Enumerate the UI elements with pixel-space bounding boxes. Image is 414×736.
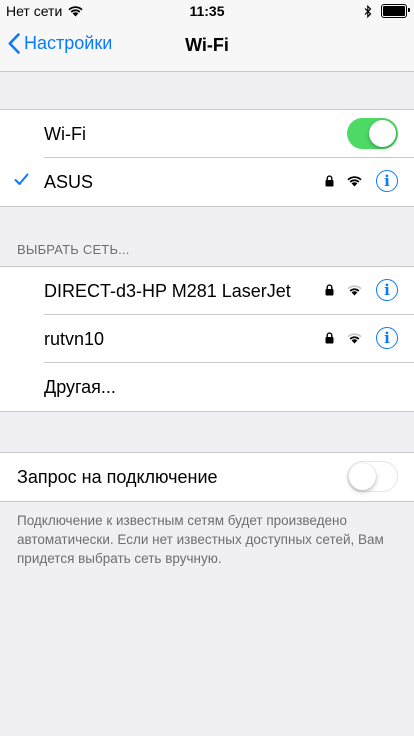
lock-icon bbox=[325, 284, 334, 296]
wifi-toggle-row: Wi-Fi bbox=[0, 110, 414, 158]
navigation-bar: Настройки Wi-Fi bbox=[0, 22, 414, 71]
other-network-label: Другая... bbox=[44, 376, 116, 397]
clock: 11:35 bbox=[189, 3, 225, 19]
other-network-row[interactable]: Другая... bbox=[0, 363, 414, 411]
status-bar: Нет сети 11:35 bbox=[0, 0, 414, 22]
info-button[interactable]: i bbox=[376, 170, 398, 192]
connected-network-row[interactable]: ASUS i bbox=[0, 158, 414, 206]
info-icon: i bbox=[384, 329, 390, 347]
info-button[interactable]: i bbox=[376, 279, 398, 301]
network-name: DIRECT-d3-HP M281 LaserJet bbox=[44, 280, 291, 301]
lock-icon bbox=[325, 332, 334, 344]
checkmark-icon bbox=[14, 173, 29, 185]
wifi-signal-full-icon bbox=[347, 176, 362, 187]
network-row[interactable]: rutvn10 i bbox=[0, 315, 414, 363]
ask-to-join-note: Подключение к известным сетям будет прои… bbox=[17, 513, 384, 566]
top-bar: Нет сети 11:35 Настройки Wi-Fi bbox=[0, 0, 414, 72]
status-right bbox=[364, 4, 410, 18]
page-title: Wi-Fi bbox=[185, 35, 229, 55]
bluetooth-icon bbox=[364, 4, 372, 18]
battery-icon bbox=[381, 4, 410, 18]
network-name: rutvn10 bbox=[44, 328, 105, 349]
wifi-toggle-switch[interactable] bbox=[347, 118, 398, 149]
ask-to-join-switch[interactable] bbox=[347, 461, 398, 492]
choose-network-header: ВЫБРАТЬ СЕТЬ... bbox=[17, 242, 130, 257]
ask-to-join-label: Запрос на подключение bbox=[17, 466, 218, 487]
network-indicators: i bbox=[325, 279, 398, 301]
wifi-signal-medium-icon bbox=[347, 285, 362, 296]
wifi-settings-screen: Нет сети 11:35 Настройки Wi-Fi Wi-Fi ASU… bbox=[0, 0, 414, 736]
network-indicators: i bbox=[325, 170, 398, 192]
info-icon: i bbox=[384, 281, 390, 299]
ask-to-join-row: Запрос на подключение bbox=[0, 453, 414, 501]
wifi-group: Wi-Fi ASUS i bbox=[0, 109, 414, 207]
info-icon: i bbox=[384, 172, 390, 190]
wifi-signal-medium-icon bbox=[347, 333, 362, 344]
wifi-toggle-label: Wi-Fi bbox=[44, 123, 86, 144]
networks-group: DIRECT-d3-HP M281 LaserJet i rutvn10 i Д… bbox=[0, 266, 414, 412]
ask-to-join-group: Запрос на подключение bbox=[0, 452, 414, 502]
network-name: ASUS bbox=[44, 171, 94, 192]
network-row[interactable]: DIRECT-d3-HP M281 LaserJet i bbox=[0, 267, 414, 315]
info-button[interactable]: i bbox=[376, 327, 398, 349]
network-indicators: i bbox=[325, 327, 398, 349]
lock-icon bbox=[325, 175, 334, 187]
